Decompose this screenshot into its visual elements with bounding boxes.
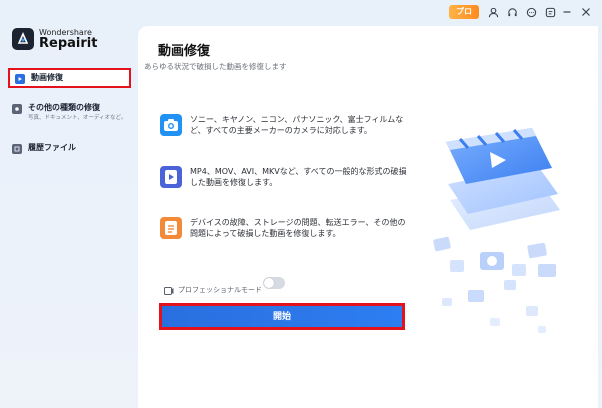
- chat-icon[interactable]: [524, 5, 538, 19]
- page-title: 動画修復: [158, 44, 211, 59]
- pro-mode-toggle[interactable]: [263, 277, 285, 289]
- document-icon: [160, 217, 182, 239]
- pro-mode-icon: [164, 280, 174, 299]
- feature-camera-support: ソニー、キヤノン、ニコン、パナソニック、富士フィルムなど、すべての主要メーカーの…: [160, 114, 410, 136]
- minimize-icon[interactable]: [560, 5, 574, 19]
- start-button-highlight: 開始: [159, 303, 405, 330]
- pro-badge[interactable]: プロ: [449, 5, 479, 19]
- sidebar-item-history[interactable]: 履歴ファイル: [12, 142, 130, 154]
- repairit-logo-icon: [12, 28, 34, 50]
- feature-format-support: MP4、MOV、AVI、MKVなど、すべての一般的な形式の破損した動画を修復しま…: [160, 166, 410, 188]
- sidebar-item-other-repair[interactable]: その他の種類の修復 写真、ドキュメント、オーディオなど。: [12, 102, 130, 122]
- sidebar-item-sublabel: 写真、ドキュメント、オーディオなど。: [28, 115, 127, 121]
- sidebar-item-label: 履歴ファイル: [28, 143, 76, 152]
- pro-mode-label: プロフェッショナルモード: [178, 285, 262, 294]
- video-file-icon: [160, 166, 182, 188]
- headset-icon[interactable]: [505, 5, 519, 19]
- feature-cause-support: デバイスの故障、ストレージの問題、転送エラー、その他の問題によって破損した動画を…: [160, 217, 410, 239]
- main-panel: 動画修復 あらゆる状況で破損した動画を修復します ソニー、キヤノン、ニコン、パナ…: [138, 26, 598, 408]
- product-name: Repairit: [39, 36, 98, 51]
- feature-text: ソニー、キヤノン、ニコン、パナソニック、富士フィルムなど、すべての主要メーカーの…: [190, 115, 404, 135]
- camera-icon: [160, 114, 182, 136]
- sidebar-item-label: その他の種類の修復: [28, 103, 100, 112]
- page-subtitle: あらゆる状況で破損した動画を修復します: [144, 62, 287, 71]
- close-icon[interactable]: [579, 5, 593, 19]
- pro-mode-row: プロフェッショナルモード: [164, 280, 262, 299]
- sidebar-item-video-repair[interactable]: 動画修復: [8, 68, 131, 88]
- video-repair-icon: [15, 74, 25, 84]
- sidebar-item-label: 動画修復: [31, 73, 63, 82]
- feature-text: MP4、MOV、AVI、MKVなど、すべての一般的な形式の破損した動画を修復しま…: [190, 167, 407, 187]
- start-button[interactable]: 開始: [162, 306, 402, 327]
- other-repair-icon: [12, 104, 22, 114]
- app-logo: Wondershare Repairit: [12, 28, 97, 50]
- toggle-knob: [264, 278, 274, 288]
- app-window: プロ Wondershare Repairit 動画修復 その他の種類の修復 写…: [0, 0, 602, 408]
- feature-text: デバイスの故障、ストレージの問題、転送エラー、その他の問題によって破損した動画を…: [190, 218, 406, 238]
- user-icon[interactable]: [486, 5, 500, 19]
- video-repair-illustration: [420, 122, 580, 352]
- info-icon[interactable]: [543, 5, 557, 19]
- title-bar: プロ: [0, 0, 602, 24]
- history-icon: [12, 144, 22, 154]
